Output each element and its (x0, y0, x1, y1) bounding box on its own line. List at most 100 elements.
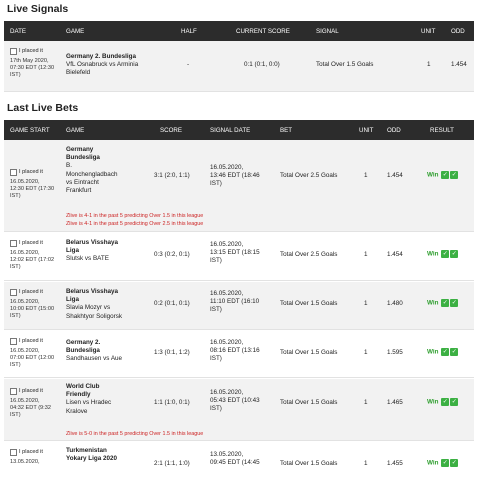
placed-checkbox-group[interactable]: I placed it 17th May 2020, 07:30 EDT (12… (10, 47, 54, 80)
checkmark-icon: ✓ (450, 348, 459, 356)
checkmark-icon: ✓ (441, 348, 450, 356)
result-badge: Win ✓ ✓ (427, 171, 459, 179)
odd-value: 1.480 (387, 300, 403, 307)
bet-game: Belarus Visshaya Liga Slavia Mozyr vs Sh… (66, 288, 122, 320)
game-start: 13.05.2020, (10, 458, 40, 465)
placed-label: I placed it (19, 169, 43, 175)
score-value: 1:1 (1:0, 0:1) (154, 399, 190, 406)
col-unit: UNIT (421, 28, 436, 35)
signal-game: Germany 2. Bundesliga VfL Osnabruck vs A… (66, 53, 139, 77)
col-current-score: CURRENT SCORE (236, 28, 290, 35)
placed-checkbox[interactable] (10, 448, 17, 456)
placed-label: I placed it (19, 240, 43, 246)
score-value: 0:3 (0:2, 0:1) (154, 251, 190, 258)
checkmark-icon: ✓ (441, 171, 450, 179)
result-badge: Win ✓ ✓ (427, 398, 459, 406)
signal-date: 16.05.2020, 11:10 EDT (16:10 IST) (210, 290, 260, 314)
odd-value: 1.455 (387, 460, 403, 467)
bet-value: Total Over 2.5 Goals (280, 172, 338, 179)
bet-value: Total Over 1.5 Goals (280, 460, 338, 467)
match-name: Lisen vs Hradec (66, 399, 112, 407)
bet-row: I placed it 13.05.2020, Turkmenistan Yok… (4, 442, 474, 480)
placed-checkbox[interactable] (10, 168, 17, 176)
signal-date: 16.05.2020, 05:43 EDT (10:43 IST) (210, 389, 260, 413)
placed-checkbox-group[interactable]: I placed it 16.05.2020, 12:30 EDT (17:30… (10, 168, 54, 201)
placed-checkbox[interactable] (10, 47, 17, 55)
half-value: - (187, 61, 190, 68)
signal-date: 13.05.2020, 09:45 EDT (14:45 (210, 451, 260, 467)
placed-checkbox-group[interactable]: I placed it 16.05.2020, 07:00 EDT (12:00… (10, 337, 54, 370)
live-signals-header: DATE GAME HALF CURRENT SCORE SIGNAL UNIT… (4, 21, 474, 41)
col-unit: UNIT (359, 127, 374, 134)
unit-value: 1 (364, 460, 368, 467)
bet-game: World Club Friendly Lisen vs Hradec Kral… (66, 383, 112, 415)
checkmark-icon: ✓ (450, 171, 459, 179)
match-name: B. (66, 162, 72, 170)
col-date: DATE (10, 28, 27, 35)
stat-note: Zlive is 5-0 in the past 5 predicting Ov… (66, 431, 204, 437)
placed-checkbox-group[interactable]: I placed it 16.05.2020, 12:02 EDT (17:02… (10, 239, 54, 272)
unit-value: 1 (364, 251, 368, 258)
checkmark-icon: ✓ (441, 459, 450, 467)
checkmark-icon: ✓ (450, 398, 459, 406)
placed-checkbox[interactable] (10, 387, 17, 395)
placed-checkbox-group[interactable]: I placed it 13.05.2020, (10, 448, 43, 466)
bet-row: I placed it 16.05.2020, 04:32 EDT (9:32 … (4, 379, 474, 441)
odd-value: 1.465 (387, 399, 403, 406)
placed-checkbox-group[interactable]: I placed it 16.05.2020, 04:32 EDT (9:32 … (10, 387, 51, 420)
game-start: 16.05.2020, 12:30 EDT (17:30 IST) (10, 178, 55, 200)
live-signal-row: I placed it 17th May 2020, 07:30 EDT (12… (4, 41, 474, 92)
game-start: 16.05.2020, 04:32 EDT (9:32 IST) (10, 397, 51, 419)
col-bet: BET (280, 127, 293, 134)
result-badge: Win ✓ ✓ (427, 299, 459, 307)
placed-checkbox-group[interactable]: I placed it 16.05.2020, 10:00 EDT (15:00… (10, 288, 54, 321)
placed-label: I placed it (19, 289, 43, 295)
live-signals-title: Live Signals (7, 3, 69, 15)
placed-label: I placed it (19, 338, 43, 344)
league-name: World Club (66, 383, 100, 390)
col-game: GAME (66, 28, 85, 35)
unit-value: 1 (364, 349, 368, 356)
score-value: 1:3 (0:1, 1:2) (154, 349, 190, 356)
placed-checkbox[interactable] (10, 337, 17, 345)
bet-row: I placed it 16.05.2020, 12:02 EDT (17:02… (4, 233, 474, 281)
bet-value: Total Over 1.5 Goals (280, 300, 338, 307)
checkmark-icon: ✓ (450, 459, 459, 467)
result-badge: Win ✓ ✓ (427, 459, 459, 467)
result-badge: Win ✓ ✓ (427, 348, 459, 356)
col-signal-date: SIGNAL DATE (210, 127, 251, 134)
match-name: Slutsk vs BATE (66, 255, 109, 263)
league-name: Belarus Visshaya (66, 239, 119, 246)
match-name: VfL Osnabruck vs Arminia (66, 61, 139, 69)
col-signal: SIGNAL (316, 28, 339, 35)
signal-date: 16.05.2020, 13:15 EDT (18:15 IST) (210, 241, 260, 265)
placed-checkbox[interactable] (10, 288, 17, 296)
odd-value: 1.454 (387, 251, 403, 258)
bet-game: Turkmenistan Yokary Liga 2020 (66, 447, 117, 463)
placed-checkbox[interactable] (10, 239, 17, 247)
bet-game: Belarus Visshaya Liga Slutsk vs BATE (66, 239, 119, 263)
last-live-bets-title: Last Live Bets (7, 102, 79, 114)
bet-value: Total Over 2.5 Goals (280, 251, 338, 258)
score-value: 0:2 (0:1, 0:1) (154, 300, 190, 307)
league-name: Belarus Visshaya (66, 288, 119, 295)
col-game: GAME (66, 127, 85, 134)
checkmark-icon: ✓ (441, 299, 450, 307)
score-value: 3:1 (2:0, 1:1) (154, 172, 190, 179)
signal-date: 16.05.2020, 08:16 EDT (13:16 IST) (210, 339, 260, 363)
unit-value: 1 (364, 300, 368, 307)
current-score: 0:1 (0:1, 0:0) (244, 61, 280, 68)
col-result: RESULT (430, 127, 454, 134)
game-start: 16.05.2020, 12:02 EDT (17:02 IST) (10, 249, 55, 271)
unit-value: 1 (364, 172, 368, 179)
league-name: Germany 2. (66, 339, 101, 346)
bet-row: I placed it 16.05.2020, 12:30 EDT (17:30… (4, 140, 474, 232)
col-odd: ODD (451, 28, 465, 35)
stat-note: Zlive is 4-1 in the past 5 predicting Ov… (66, 221, 204, 227)
result-badge: Win ✓ ✓ (427, 250, 459, 258)
bet-game: Germany 2. Bundesliga Sandhausen vs Aue (66, 339, 123, 363)
odd-value: 1.454 (451, 61, 467, 68)
stat-note: Zlive is 4-1 in the past 5 predicting Ov… (66, 213, 204, 219)
signal-date: 17th May 2020, 07:30 EDT (12:30 IST) (10, 57, 55, 79)
league-name: Germany (66, 146, 94, 153)
